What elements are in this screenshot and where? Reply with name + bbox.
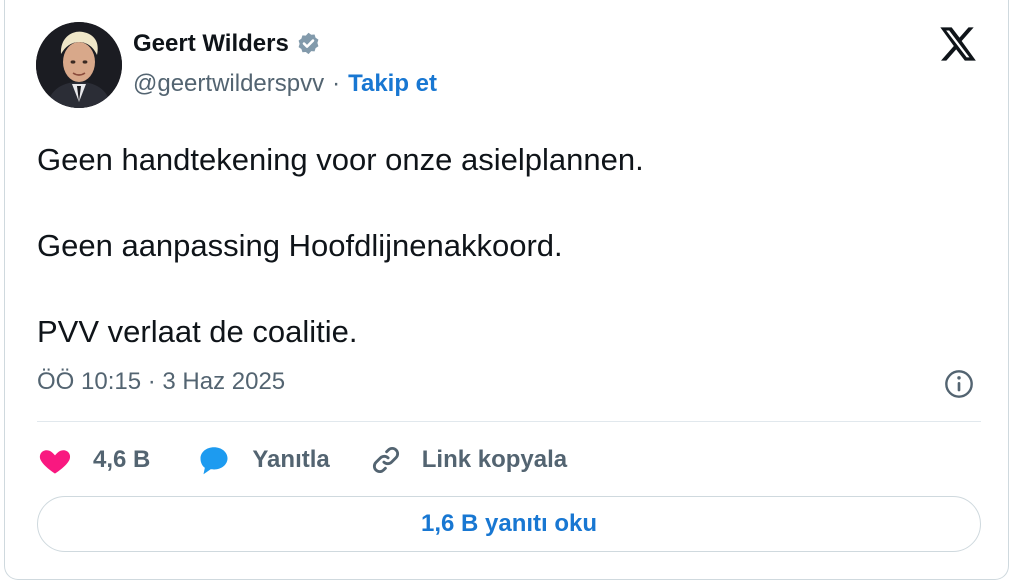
divider [37,421,981,422]
like-count: 4,6 B [93,446,151,473]
verified-badge-icon [298,32,319,54]
heart-icon [39,450,71,474]
tweet-line-1: Geen handtekening voor onze asielplannen… [37,142,644,177]
action-bar: 4,6 B Yanıtla Link kopyala [37,440,567,480]
avatar-portrait-icon [36,22,122,108]
like-button[interactable]: 4,6 B [37,442,150,478]
reply-button[interactable]: Yanıtla [196,442,330,478]
read-replies-button[interactable]: 1,6 B yanıtı oku [37,496,981,552]
copy-link-label: Link kopyala [421,446,568,473]
author-avatar[interactable] [36,22,122,108]
tweet-line-2: Geen aanpassing Hoofdlijnenakkoord. [37,228,563,263]
author-name[interactable]: Geert Wilders [133,30,289,58]
tweet-card: Geert Wilders @geertwilderspvv · Takip e… [4,0,1009,580]
link-icon [372,446,399,474]
tweet-line-3: PVV verlaat de coalitie. [37,314,358,349]
tweet-timestamp[interactable]: ÖÖ 10:15 · 3 Haz 2025 [37,368,285,396]
copy-link-button[interactable]: Link kopyala [368,442,567,478]
author-name-row: Geert Wilders [133,30,322,58]
tweet-text: Geen handtekening voor onze asielplannen… [37,138,977,353]
author-handle[interactable]: @geertwilderspvv [133,70,324,98]
follow-button[interactable]: Takip et [348,70,437,98]
info-icon[interactable] [943,368,975,400]
x-logo-icon[interactable] [937,24,977,64]
separator-dot: · [332,70,341,97]
speech-bubble-icon [200,447,228,475]
reply-label: Yanıtla [252,446,330,473]
read-replies-label: 1,6 B yanıtı oku [420,510,598,537]
handle-row: @geertwilderspvv · Takip et [133,70,437,98]
